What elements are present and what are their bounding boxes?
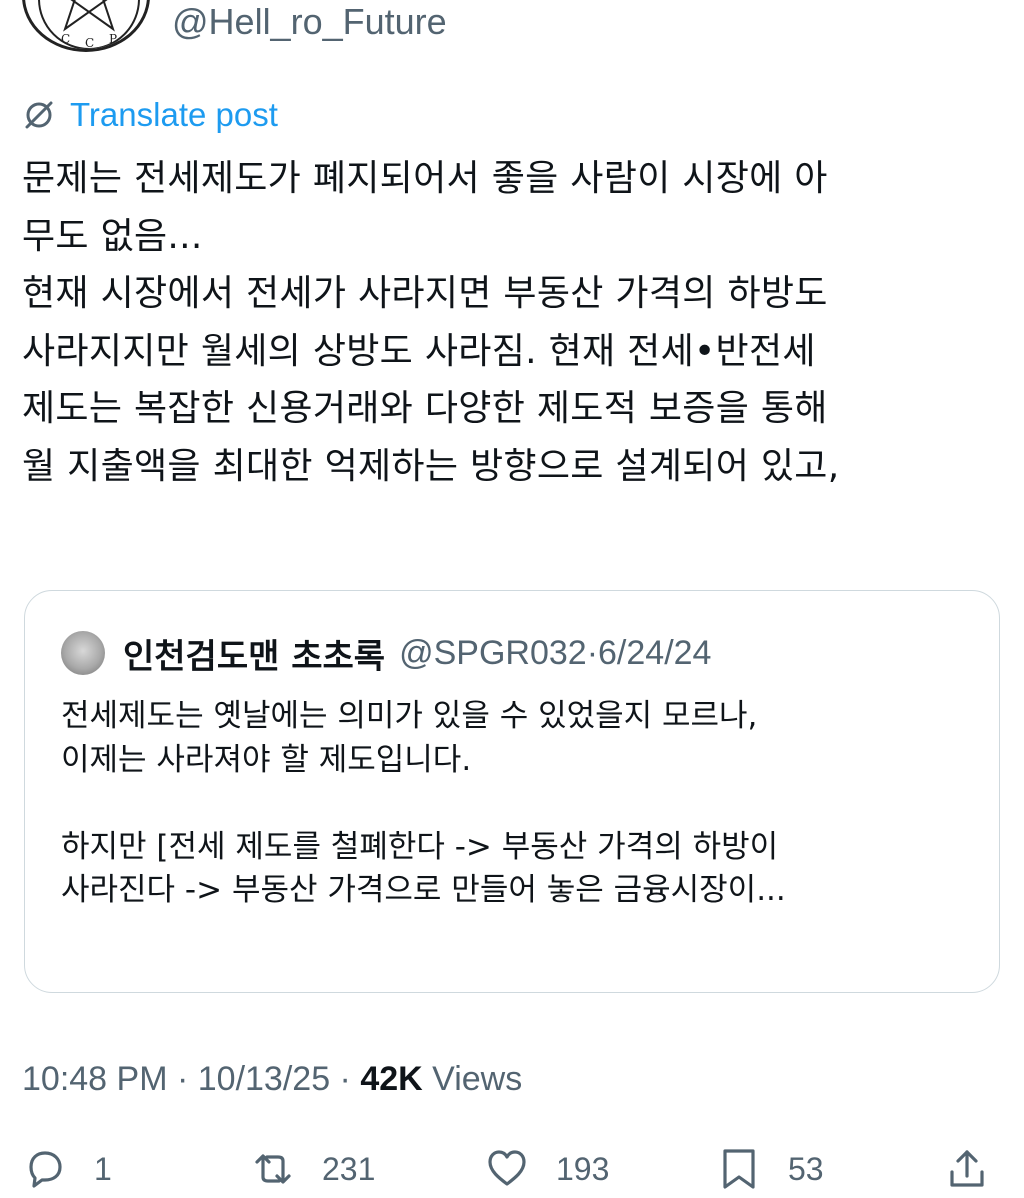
quoted-author-handle: @SPGR032 xyxy=(399,633,587,672)
quoted-post-date: 6/24/24 xyxy=(598,633,712,672)
meta-separator: · xyxy=(330,1060,361,1098)
views-label: Views xyxy=(422,1060,523,1098)
author-handle[interactable]: @Hell_ro_Future xyxy=(172,0,447,44)
quoted-author-avatar xyxy=(61,631,105,675)
meta-separator: · xyxy=(586,633,599,672)
bookmark-button[interactable]: 53 xyxy=(716,1140,824,1198)
repost-icon xyxy=(250,1146,296,1192)
repost-button[interactable]: 231 xyxy=(250,1140,375,1198)
author-avatar[interactable]: C C P xyxy=(22,0,150,52)
bookmark-count: 53 xyxy=(788,1150,824,1187)
like-icon xyxy=(484,1146,530,1192)
translate-post-link[interactable]: Translate post xyxy=(22,94,278,136)
action-bar: 1 231 193 53 xyxy=(0,1140,1024,1198)
quoted-post-text: 전세제도는 옛날에는 의미가 있을 수 있었을지 모르나, 이제는 사라져야 할… xyxy=(61,698,786,908)
reply-icon xyxy=(22,1146,68,1192)
quoted-author-name: 인천검도맨 초초록 xyxy=(123,636,386,677)
views-count: 42K xyxy=(360,1060,423,1098)
quoted-post[interactable]: 인천검도맨 초초록 @SPGR032 · 6/24/24 전세제도는 옛날에는 … xyxy=(24,590,1000,993)
post-time[interactable]: 10:48 PM xyxy=(22,1060,168,1098)
share-button[interactable] xyxy=(944,1140,990,1198)
avatar-letter: C xyxy=(85,36,94,50)
reply-button[interactable]: 1 xyxy=(22,1140,112,1198)
post-header: C C P @Hell_ro_Future xyxy=(0,0,1024,60)
translate-label: Translate post xyxy=(70,96,278,133)
share-icon xyxy=(944,1146,990,1192)
like-button[interactable]: 193 xyxy=(484,1140,609,1198)
post-date[interactable]: 10/13/25 xyxy=(198,1060,330,1098)
meta-separator: · xyxy=(167,1060,198,1098)
avatar-letter: P xyxy=(109,32,117,46)
reply-count: 1 xyxy=(94,1150,112,1187)
post-body-text: 문제는 전세제도가 폐지되어서 좋을 사람이 시장에 아 무도 없음... 현재… xyxy=(22,158,840,487)
avatar-letter: C xyxy=(61,32,70,46)
quoted-post-header: 인천검도맨 초초록 @SPGR032 · 6/24/24 xyxy=(61,631,712,677)
post-meta: 10:48 PM · 10/13/25 · 42K Views xyxy=(22,1060,522,1099)
repost-count: 231 xyxy=(322,1150,376,1187)
bookmark-icon xyxy=(716,1146,762,1192)
translate-icon xyxy=(22,98,56,132)
like-count: 193 xyxy=(556,1150,610,1187)
